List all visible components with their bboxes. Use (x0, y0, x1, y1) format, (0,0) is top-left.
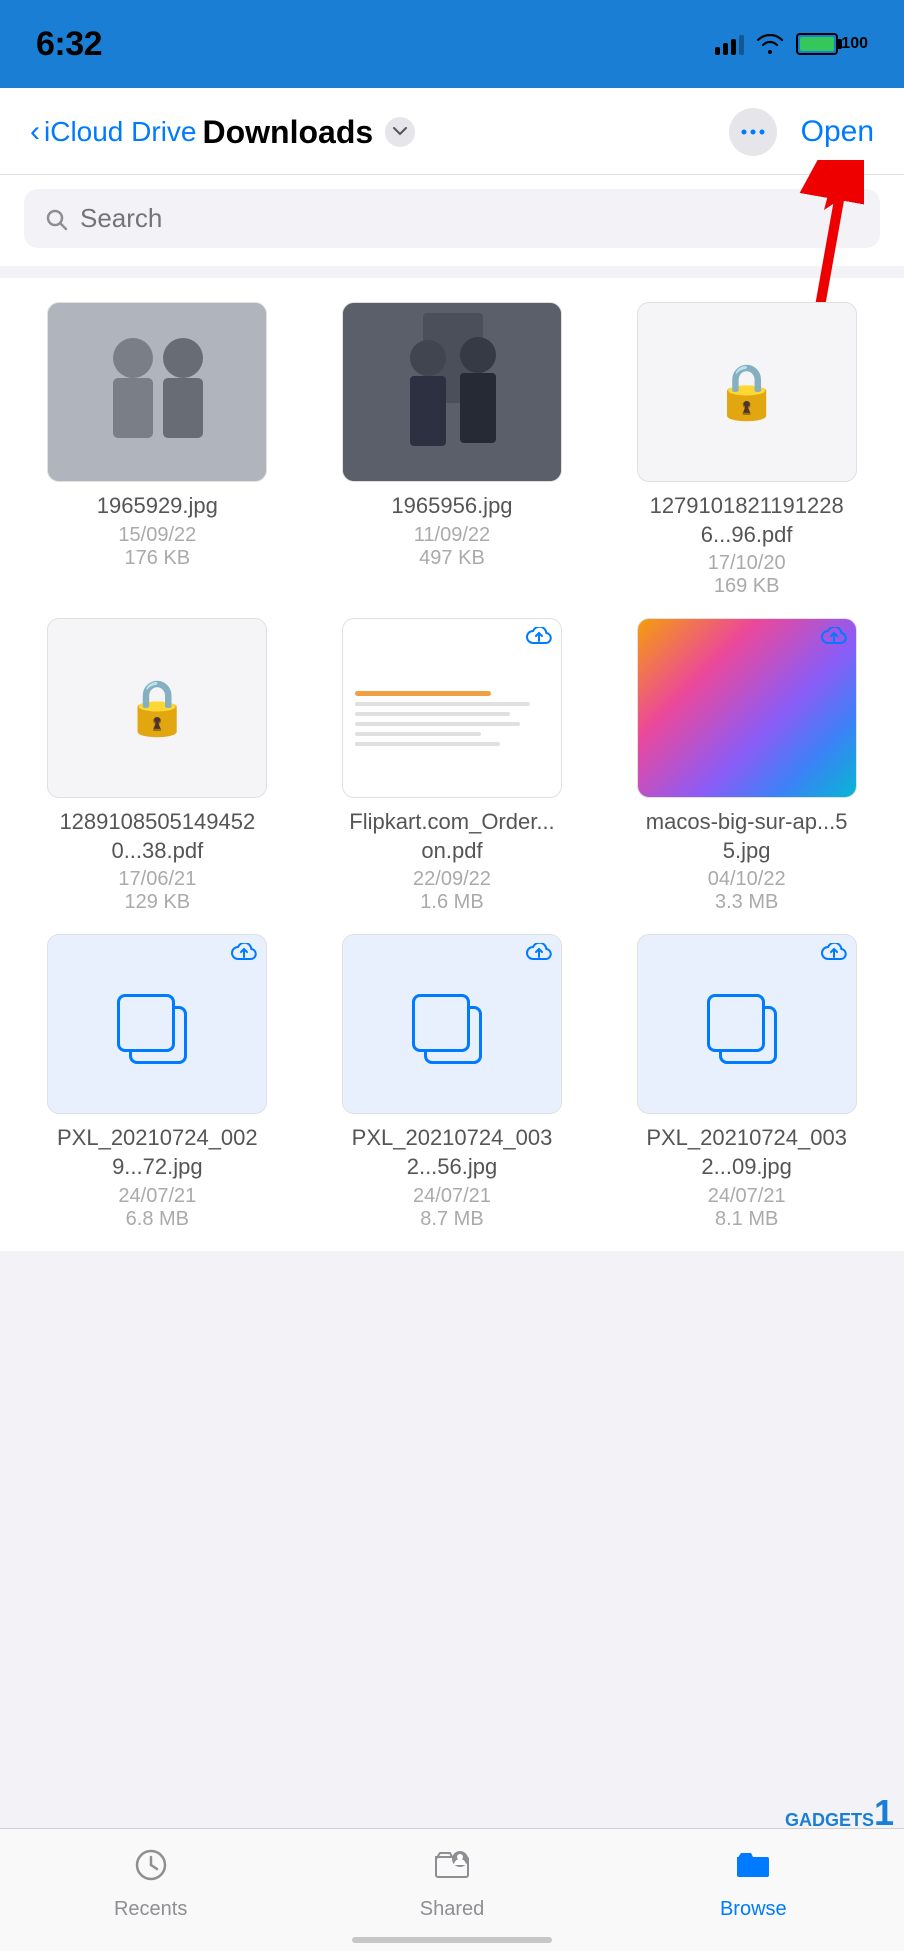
battery-icon: 100 (796, 33, 868, 55)
file-info: 1965956.jpg 11/09/22 497 KB (391, 492, 512, 570)
tab-browse[interactable]: Browse (693, 1847, 813, 1921)
lock-icon: 🔒 (124, 677, 191, 740)
wifi-icon (756, 34, 784, 54)
signal-icon (715, 33, 744, 55)
file-info: PXL_20210724_0032...56.jpg 24/07/21 8.7 … (347, 1124, 557, 1230)
list-item[interactable]: 🔒 12891085051494520...38.pdf 17/06/21 12… (20, 618, 295, 914)
search-bar[interactable] (24, 189, 880, 248)
back-label: iCloud Drive (44, 116, 197, 148)
watermark: GADGETS 1 (785, 1795, 894, 1831)
file-size: 1.6 MB (347, 891, 557, 914)
file-info: PXL_20210724_0032...09.jpg 24/07/21 8.1 … (642, 1124, 852, 1230)
title-dropdown-button[interactable] (385, 117, 415, 147)
file-info: macos-big-sur-ap...55.jpg 04/10/22 3.3 M… (642, 808, 852, 914)
search-container (0, 175, 904, 266)
file-date: 11/09/22 (391, 524, 512, 547)
file-date: 04/10/22 (642, 868, 852, 891)
file-size: 8.7 MB (347, 1208, 557, 1231)
file-thumbnail (637, 934, 857, 1114)
files-container: 1965929.jpg 15/09/22 176 KB 1965956.j (0, 278, 904, 1251)
file-size: 176 KB (97, 547, 218, 570)
file-info: 12791018211912286...96.pdf 17/10/20 169 … (642, 492, 852, 598)
nav-bar: ‹ iCloud Drive Downloads Open (0, 88, 904, 175)
list-item[interactable]: 1965929.jpg 15/09/22 176 KB (20, 302, 295, 598)
list-item[interactable]: PXL_20210724_0032...09.jpg 24/07/21 8.1 … (609, 934, 884, 1230)
back-button[interactable]: ‹ iCloud Drive (30, 115, 197, 149)
file-thumbnail (342, 618, 562, 798)
file-size: 6.8 MB (52, 1208, 262, 1231)
open-button[interactable]: Open (801, 115, 874, 149)
browse-icon (735, 1847, 771, 1892)
file-size: 129 KB (52, 891, 262, 914)
file-size: 497 KB (391, 547, 512, 570)
cloud-upload-icon (820, 943, 848, 965)
file-date: 17/06/21 (52, 868, 262, 891)
cloud-upload-icon (525, 943, 553, 965)
list-item[interactable]: PXL_20210724_0029...72.jpg 24/07/21 6.8 … (20, 934, 295, 1230)
file-name: PXL_20210724_0029...72.jpg (52, 1124, 262, 1181)
shared-icon (434, 1847, 470, 1892)
lock-icon: 🔒 (713, 361, 780, 424)
file-name: PXL_20210724_0032...09.jpg (642, 1124, 852, 1181)
file-date: 24/07/21 (52, 1185, 262, 1208)
list-item[interactable]: 🔒 12791018211912286...96.pdf 17/10/20 16… (609, 302, 884, 598)
file-info: Flipkart.com_Order...on.pdf 22/09/22 1.6… (347, 808, 557, 914)
search-input[interactable] (80, 203, 860, 234)
file-thumbnail: 🔒 (637, 302, 857, 482)
search-icon (44, 207, 68, 231)
tab-shared[interactable]: Shared (392, 1847, 512, 1921)
tab-shared-label: Shared (420, 1898, 485, 1921)
file-size: 3.3 MB (642, 891, 852, 914)
tab-browse-label: Browse (720, 1898, 787, 1921)
file-date: 24/07/21 (642, 1185, 852, 1208)
status-time: 6:32 (36, 25, 102, 64)
file-info: PXL_20210724_0029...72.jpg 24/07/21 6.8 … (52, 1124, 262, 1230)
more-options-button[interactable] (729, 108, 777, 156)
list-item[interactable]: Flipkart.com_Order...on.pdf 22/09/22 1.6… (315, 618, 590, 914)
file-thumbnail (47, 302, 267, 482)
file-date: 17/10/20 (642, 552, 852, 575)
cloud-upload-icon (525, 627, 553, 649)
bottom-tab-bar: Recents Shared Browse (0, 1828, 904, 1951)
cloud-upload-icon (820, 627, 848, 649)
file-size: 8.1 MB (642, 1208, 852, 1231)
file-name: 1965956.jpg (391, 492, 512, 521)
file-date: 22/09/22 (347, 868, 557, 891)
cloud-upload-icon (230, 943, 258, 965)
home-indicator (352, 1937, 552, 1943)
file-thumbnail (637, 618, 857, 798)
file-name: PXL_20210724_0032...56.jpg (347, 1124, 557, 1181)
back-chevron-icon: ‹ (30, 115, 40, 149)
tab-recents-label: Recents (114, 1898, 187, 1921)
status-icons: 100 (715, 33, 868, 55)
status-bar: 6:32 100 (0, 0, 904, 88)
file-name: 12891085051494520...38.pdf (52, 808, 262, 865)
files-grid: 1965929.jpg 15/09/22 176 KB 1965956.j (20, 302, 884, 1231)
file-name: 1965929.jpg (97, 492, 218, 521)
file-name: macos-big-sur-ap...55.jpg (642, 808, 852, 865)
file-info: 12891085051494520...38.pdf 17/06/21 129 … (52, 808, 262, 914)
battery-percent: 100 (841, 35, 868, 53)
nav-right: Open (729, 108, 874, 156)
file-date: 24/07/21 (347, 1185, 557, 1208)
list-item[interactable]: PXL_20210724_0032...56.jpg 24/07/21 8.7 … (315, 934, 590, 1230)
file-name: Flipkart.com_Order...on.pdf (347, 808, 557, 865)
file-thumbnail (342, 934, 562, 1114)
page-title: Downloads (203, 114, 374, 151)
file-size: 169 KB (642, 575, 852, 598)
tab-recents[interactable]: Recents (91, 1847, 211, 1921)
file-name: 12791018211912286...96.pdf (642, 492, 852, 549)
list-item[interactable]: 1965956.jpg 11/09/22 497 KB (315, 302, 590, 598)
nav-left: ‹ iCloud Drive Downloads (30, 114, 415, 151)
list-item[interactable]: macos-big-sur-ap...55.jpg 04/10/22 3.3 M… (609, 618, 884, 914)
file-thumbnail: 🔒 (47, 618, 267, 798)
file-thumbnail (342, 302, 562, 482)
file-date: 15/09/22 (97, 524, 218, 547)
recents-icon (133, 1847, 169, 1892)
file-info: 1965929.jpg 15/09/22 176 KB (97, 492, 218, 570)
file-thumbnail (47, 934, 267, 1114)
